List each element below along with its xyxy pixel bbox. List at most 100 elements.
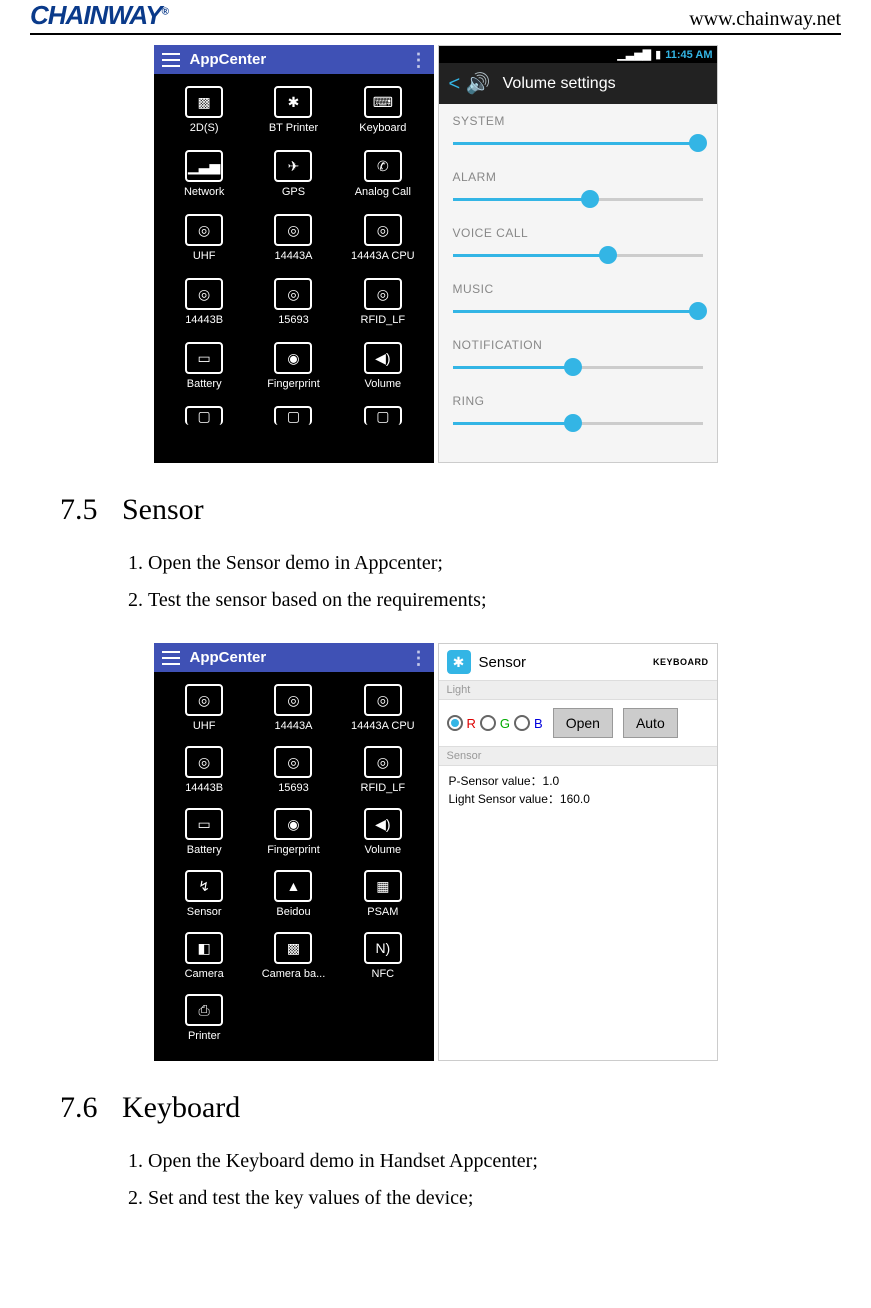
- slider-thumb[interactable]: [689, 302, 707, 320]
- app-label: 15693: [278, 314, 309, 326]
- overflow-icon[interactable]: ⋮: [410, 653, 426, 663]
- app-tile[interactable]: ⌨Keyboard: [338, 86, 427, 134]
- app-icon: ◎: [364, 214, 402, 246]
- app-label: GPS: [282, 186, 305, 198]
- app-label: 15693: [278, 782, 309, 794]
- app-label: 2D(S): [190, 122, 219, 134]
- app-tile[interactable]: ⎙Printer: [160, 994, 249, 1042]
- app-label: UHF: [193, 250, 216, 262]
- appcenter-title: AppCenter: [190, 51, 267, 68]
- app-tile[interactable]: ◎14443B: [160, 746, 249, 794]
- volume-slider-block: MUSIC: [439, 272, 717, 328]
- app-icon: ◎: [185, 214, 223, 246]
- radio-r[interactable]: [447, 715, 463, 731]
- keyboard-label[interactable]: KEYBOARD: [653, 657, 709, 667]
- app-tile[interactable]: ✈ GPS: [249, 150, 338, 198]
- app-label: BT Printer: [269, 122, 318, 134]
- app-tile[interactable]: ◉Fingerprint: [249, 808, 338, 856]
- app-label: 14443A: [275, 250, 313, 262]
- slider-thumb[interactable]: [599, 246, 617, 264]
- step-item: Open the Sensor demo in Appcenter;: [148, 545, 841, 582]
- app-icon: ◎: [364, 278, 402, 310]
- app-tile[interactable]: ◎15693: [249, 746, 338, 794]
- app-tile[interactable]: ▲ Beidou: [249, 870, 338, 918]
- section-7-5-heading: 7.5Sensor: [60, 493, 841, 527]
- appcenter-titlebar: AppCenter ⋮: [154, 45, 434, 74]
- slider[interactable]: [453, 414, 703, 434]
- app-tile[interactable]: ◎UHF: [160, 684, 249, 732]
- app-label: Camera: [185, 968, 224, 980]
- menu-icon[interactable]: [162, 53, 180, 67]
- app-tile[interactable]: ↯Sensor: [160, 870, 249, 918]
- section-7-5-steps: Open the Sensor demo in Appcenter; Test …: [108, 545, 841, 619]
- app-tile[interactable]: ▭Battery: [160, 342, 249, 390]
- app-tile[interactable]: ◎ UHF: [160, 214, 249, 262]
- radio-b[interactable]: [514, 715, 530, 731]
- app-tile[interactable]: ◉Fingerprint: [249, 342, 338, 390]
- app-tile[interactable]: ◎14443A CPU: [338, 214, 427, 262]
- slider[interactable]: [453, 302, 703, 322]
- app-icon: ◀): [364, 808, 402, 840]
- app-tile[interactable]: ◎15693: [249, 278, 338, 326]
- menu-icon[interactable]: [162, 651, 180, 665]
- app-tile[interactable]: ▢: [249, 406, 338, 428]
- app-tile[interactable]: ▦PSAM: [338, 870, 427, 918]
- slider[interactable]: [453, 246, 703, 266]
- slider-thumb[interactable]: [564, 414, 582, 432]
- app-tile[interactable]: ✆Analog Call: [338, 150, 427, 198]
- app-label: Beidou: [276, 906, 310, 918]
- app-icon: ▲: [274, 870, 312, 902]
- app-label: Network: [184, 186, 224, 198]
- slider[interactable]: [453, 358, 703, 378]
- app-icon: ◎: [185, 684, 223, 716]
- app-tile[interactable]: ◎ 14443A: [249, 214, 338, 262]
- volume-slider-block: VOICE CALL: [439, 216, 717, 272]
- app-tile[interactable]: ◧Camera: [160, 932, 249, 980]
- app-tile[interactable]: ◀)Volume: [338, 808, 427, 856]
- slider-thumb[interactable]: [564, 358, 582, 376]
- app-label: Battery: [187, 844, 222, 856]
- slider[interactable]: [453, 190, 703, 210]
- app-tile[interactable]: ▩Camera ba...: [249, 932, 338, 980]
- p-sensor-value: P-Sensor value：1.0: [449, 772, 707, 790]
- auto-button[interactable]: Auto: [623, 708, 678, 738]
- slider-thumb[interactable]: [581, 190, 599, 208]
- volume-slider-block: SYSTEM: [439, 104, 717, 160]
- appcenter-titlebar: AppCenter ⋮: [154, 643, 434, 672]
- back-icon[interactable]: < 🔊: [449, 71, 491, 96]
- group-light: Light: [439, 680, 717, 700]
- app-icon: ⎙: [185, 994, 223, 1026]
- app-tile[interactable]: ▩ 2D(S): [160, 86, 249, 134]
- app-icon: ◎: [274, 214, 312, 246]
- app-tile[interactable]: ◎14443A: [249, 684, 338, 732]
- app-tile[interactable]: ◀)Volume: [338, 342, 427, 390]
- section-number: 7.5: [60, 493, 122, 527]
- app-label: 14443B: [185, 314, 223, 326]
- app-icon: ▩: [185, 86, 223, 118]
- app-icon: ✱: [274, 86, 312, 118]
- app-icon: ◎: [364, 684, 402, 716]
- overflow-icon[interactable]: ⋮: [410, 55, 426, 65]
- app-tile[interactable]: ◎RFID_LF: [338, 746, 427, 794]
- section-7-6-heading: 7.6Keyboard: [60, 1091, 841, 1125]
- app-tile[interactable]: ▭Battery: [160, 808, 249, 856]
- app-tile[interactable]: ◎RFID_LF: [338, 278, 427, 326]
- app-tile[interactable]: ▢: [338, 406, 427, 428]
- logo-reg: ®: [162, 6, 168, 17]
- open-button[interactable]: Open: [553, 708, 613, 738]
- app-tile[interactable]: ▁▃▅Network: [160, 150, 249, 198]
- app-label: Keyboard: [359, 122, 406, 134]
- step-item: Open the Keyboard demo in Handset Appcen…: [148, 1143, 841, 1180]
- app-label: 14443A CPU: [351, 720, 415, 732]
- volume-slider-block: RING: [439, 384, 717, 440]
- sensor-title: Sensor: [479, 654, 527, 671]
- app-tile[interactable]: ◎ 14443A CPU: [338, 684, 427, 732]
- app-tile[interactable]: ▢: [160, 406, 249, 428]
- slider-thumb[interactable]: [689, 134, 707, 152]
- radio-g[interactable]: [480, 715, 496, 731]
- app-tile[interactable]: ◎14443B: [160, 278, 249, 326]
- app-tile[interactable]: N)NFC: [338, 932, 427, 980]
- app-icon: ✈: [274, 150, 312, 182]
- slider[interactable]: [453, 134, 703, 154]
- app-tile[interactable]: ✱ BT Printer: [249, 86, 338, 134]
